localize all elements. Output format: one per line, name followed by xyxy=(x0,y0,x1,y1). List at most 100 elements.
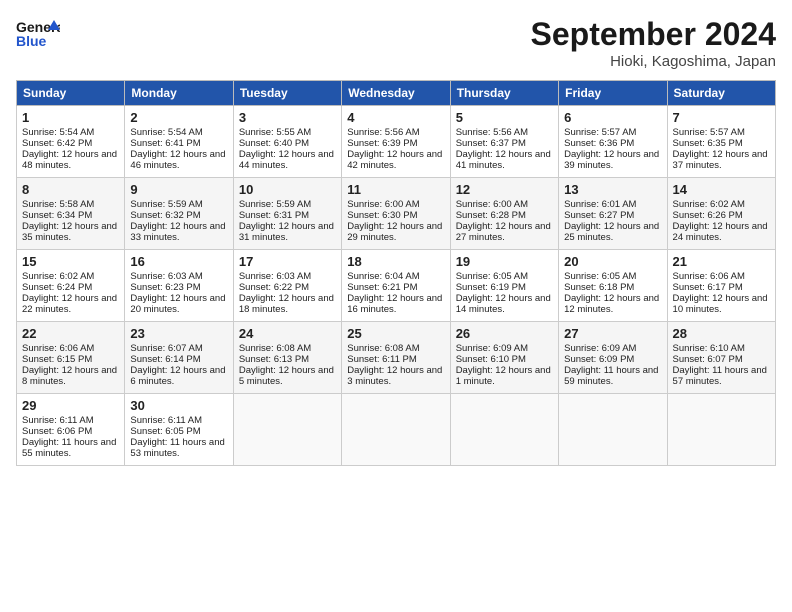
sunrise-label: Sunrise: 6:11 AM xyxy=(22,415,94,426)
sunrise-label: Sunrise: 5:54 AM xyxy=(130,127,202,138)
calendar-cell: 15Sunrise: 6:02 AMSunset: 6:24 PMDayligh… xyxy=(17,250,125,322)
calendar-cell: 20Sunrise: 6:05 AMSunset: 6:18 PMDayligh… xyxy=(559,250,667,322)
day-number: 6 xyxy=(564,110,661,125)
day-number: 12 xyxy=(456,182,553,197)
sunset-label: Sunset: 6:37 PM xyxy=(456,138,526,149)
sunset-label: Sunset: 6:41 PM xyxy=(130,138,200,149)
day-number: 9 xyxy=(130,182,227,197)
calendar-body: 1Sunrise: 5:54 AMSunset: 6:42 PMDaylight… xyxy=(17,106,776,466)
sunset-label: Sunset: 6:40 PM xyxy=(239,138,309,149)
calendar-cell: 8Sunrise: 5:58 AMSunset: 6:34 PMDaylight… xyxy=(17,178,125,250)
day-number: 16 xyxy=(130,254,227,269)
sunrise-label: Sunrise: 6:04 AM xyxy=(347,271,419,282)
sunset-label: Sunset: 6:36 PM xyxy=(564,138,634,149)
daylight-label: Daylight: 11 hours and 57 minutes. xyxy=(673,365,767,387)
sunset-label: Sunset: 6:27 PM xyxy=(564,210,634,221)
daylight-label: Daylight: 12 hours and 12 minutes. xyxy=(564,293,659,315)
calendar-cell: 21Sunrise: 6:06 AMSunset: 6:17 PMDayligh… xyxy=(667,250,775,322)
daylight-label: Daylight: 12 hours and 16 minutes. xyxy=(347,293,442,315)
month-title: September 2024 xyxy=(531,16,776,53)
sunset-label: Sunset: 6:09 PM xyxy=(564,354,634,365)
sunset-label: Sunset: 6:14 PM xyxy=(130,354,200,365)
day-number: 4 xyxy=(347,110,444,125)
daylight-label: Daylight: 12 hours and 3 minutes. xyxy=(347,365,442,387)
sunset-label: Sunset: 6:32 PM xyxy=(130,210,200,221)
daylight-label: Daylight: 12 hours and 27 minutes. xyxy=(456,221,551,243)
daylight-label: Daylight: 12 hours and 6 minutes. xyxy=(130,365,225,387)
day-number: 30 xyxy=(130,398,227,413)
day-number: 8 xyxy=(22,182,119,197)
day-number: 28 xyxy=(673,326,770,341)
sunrise-label: Sunrise: 6:09 AM xyxy=(564,343,636,354)
calendar-cell: 29 Sunrise: 6:11 AMSunset: 6:06 PMDayligh… xyxy=(17,394,125,466)
calendar-cell xyxy=(667,394,775,466)
calendar-cell: 19Sunrise: 6:05 AMSunset: 6:19 PMDayligh… xyxy=(450,250,558,322)
sunset-label: Sunset: 6:15 PM xyxy=(22,354,92,365)
calendar-cell: 9Sunrise: 5:59 AMSunset: 6:32 PMDaylight… xyxy=(125,178,233,250)
daylight-label: Daylight: 11 hours and 53 minutes. xyxy=(130,437,224,459)
sunrise-label: Sunrise: 6:06 AM xyxy=(673,271,745,282)
day-number: 3 xyxy=(239,110,336,125)
calendar-cell: 3Sunrise: 5:55 AMSunset: 6:40 PMDaylight… xyxy=(233,106,341,178)
daylight-label: Daylight: 12 hours and 14 minutes. xyxy=(456,293,551,315)
daylight-label: Daylight: 12 hours and 42 minutes. xyxy=(347,149,442,171)
col-friday: Friday xyxy=(559,81,667,106)
sunset-label: Sunset: 6:17 PM xyxy=(673,282,743,293)
daylight-label: Daylight: 12 hours and 25 minutes. xyxy=(564,221,659,243)
sunrise-label: Sunrise: 6:05 AM xyxy=(564,271,636,282)
calendar-cell: 28Sunrise: 6:10 AMSunset: 6:07 PMDayligh… xyxy=(667,322,775,394)
daylight-label: Daylight: 12 hours and 39 minutes. xyxy=(564,149,659,171)
sunset-label: Sunset: 6:06 PM xyxy=(22,426,92,437)
col-saturday: Saturday xyxy=(667,81,775,106)
daylight-label: Daylight: 12 hours and 37 minutes. xyxy=(673,149,768,171)
calendar-cell: 17Sunrise: 6:03 AMSunset: 6:22 PMDayligh… xyxy=(233,250,341,322)
sunrise-label: Sunrise: 6:09 AM xyxy=(456,343,528,354)
calendar-cell xyxy=(450,394,558,466)
calendar-cell xyxy=(342,394,450,466)
sunset-label: Sunset: 6:21 PM xyxy=(347,282,417,293)
calendar-week-row: 1Sunrise: 5:54 AMSunset: 6:42 PMDaylight… xyxy=(17,106,776,178)
day-number: 1 xyxy=(22,110,119,125)
daylight-label: Daylight: 12 hours and 24 minutes. xyxy=(673,221,768,243)
day-number: 25 xyxy=(347,326,444,341)
day-number: 13 xyxy=(564,182,661,197)
calendar-cell: 6Sunrise: 5:57 AMSunset: 6:36 PMDaylight… xyxy=(559,106,667,178)
calendar-week-row: 29Sunrise: 6:11 AMSunset: 6:06 PMDayligh… xyxy=(17,394,776,466)
day-number: 26 xyxy=(456,326,553,341)
sunrise-label: Sunrise: 6:02 AM xyxy=(673,199,745,210)
sunset-label: Sunset: 6:30 PM xyxy=(347,210,417,221)
calendar-cell: 1Sunrise: 5:54 AMSunset: 6:42 PMDaylight… xyxy=(17,106,125,178)
sunrise-label: Sunrise: 6:03 AM xyxy=(239,271,311,282)
calendar-cell: 5Sunrise: 5:56 AMSunset: 6:37 PMDaylight… xyxy=(450,106,558,178)
daylight-label: Daylight: 12 hours and 35 minutes. xyxy=(22,221,117,243)
calendar-cell: 12Sunrise: 6:00 AMSunset: 6:28 PMDayligh… xyxy=(450,178,558,250)
sunset-label: Sunset: 6:24 PM xyxy=(22,282,92,293)
daylight-label: Daylight: 11 hours and 55 minutes. xyxy=(22,437,116,459)
daylight-label: Daylight: 12 hours and 5 minutes. xyxy=(239,365,334,387)
sunset-label: Sunset: 6:34 PM xyxy=(22,210,92,221)
calendar-week-row: 22Sunrise: 6:06 AMSunset: 6:15 PMDayligh… xyxy=(17,322,776,394)
calendar-cell: 4Sunrise: 5:56 AMSunset: 6:39 PMDaylight… xyxy=(342,106,450,178)
svg-text:Blue: Blue xyxy=(16,33,47,49)
sunset-label: Sunset: 6:26 PM xyxy=(673,210,743,221)
location: Hioki, Kagoshima, Japan xyxy=(531,53,776,70)
daylight-label: Daylight: 11 hours and 59 minutes. xyxy=(564,365,658,387)
sunrise-label: Sunrise: 6:10 AM xyxy=(673,343,745,354)
day-number: 11 xyxy=(347,182,444,197)
col-monday: Monday xyxy=(125,81,233,106)
daylight-label: Daylight: 12 hours and 1 minute. xyxy=(456,365,551,387)
sunset-label: Sunset: 6:39 PM xyxy=(347,138,417,149)
day-number: 10 xyxy=(239,182,336,197)
sunrise-label: Sunrise: 6:05 AM xyxy=(456,271,528,282)
day-number: 29 xyxy=(22,398,119,413)
page-header: General Blue September 2024 Hioki, Kagos… xyxy=(16,16,776,70)
col-tuesday: Tuesday xyxy=(233,81,341,106)
sunset-label: Sunset: 6:05 PM xyxy=(130,426,200,437)
calendar-cell: 13Sunrise: 6:01 AMSunset: 6:27 PMDayligh… xyxy=(559,178,667,250)
sunset-label: Sunset: 6:31 PM xyxy=(239,210,309,221)
day-number: 22 xyxy=(22,326,119,341)
sunset-label: Sunset: 6:10 PM xyxy=(456,354,526,365)
calendar-cell: 11Sunrise: 6:00 AMSunset: 6:30 PMDayligh… xyxy=(342,178,450,250)
calendar-cell xyxy=(233,394,341,466)
calendar-cell: 30Sunrise: 6:11 AMSunset: 6:05 PMDayligh… xyxy=(125,394,233,466)
